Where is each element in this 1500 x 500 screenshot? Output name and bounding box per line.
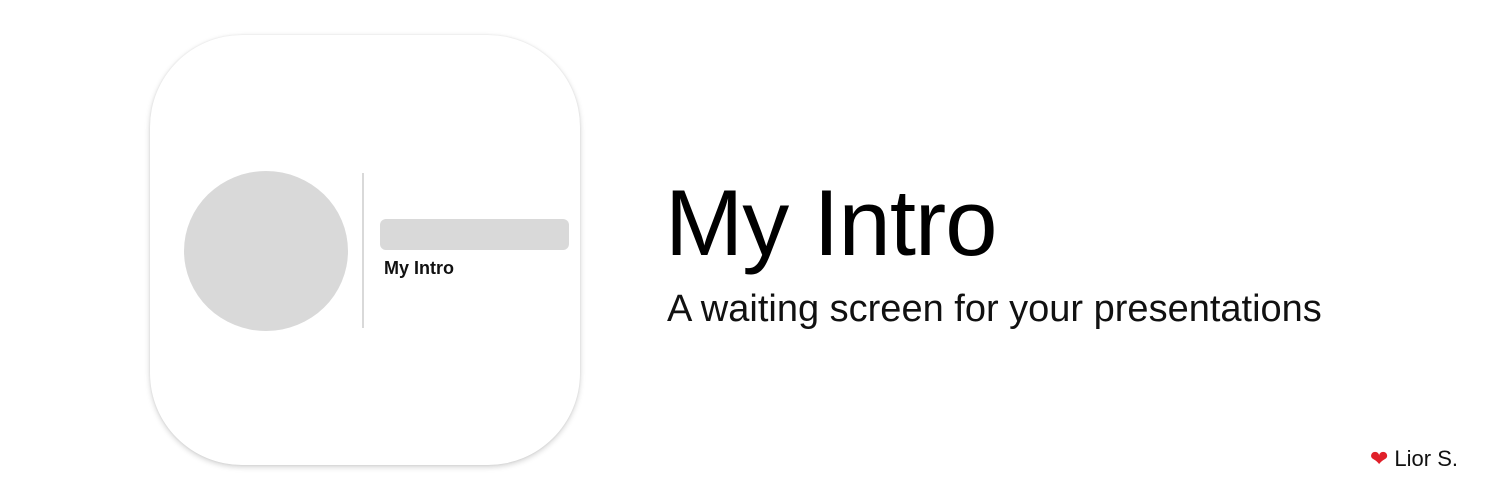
icon-caption: My Intro [384,258,454,278]
name-bar-placeholder [380,219,569,250]
app-subtitle: A waiting screen for your presentations [667,288,1322,330]
author-credit: ❤ Lior S. [1370,444,1458,474]
banner: My Intro My Intro A waiting screen for y… [0,0,1500,500]
avatar-placeholder [184,171,348,331]
heart-icon: ❤ [1369,446,1389,471]
icon-divider [362,173,364,328]
author-name: Lior S. [1394,446,1458,471]
app-icon-preview: My Intro [150,35,580,465]
app-title: My Intro [665,170,998,275]
